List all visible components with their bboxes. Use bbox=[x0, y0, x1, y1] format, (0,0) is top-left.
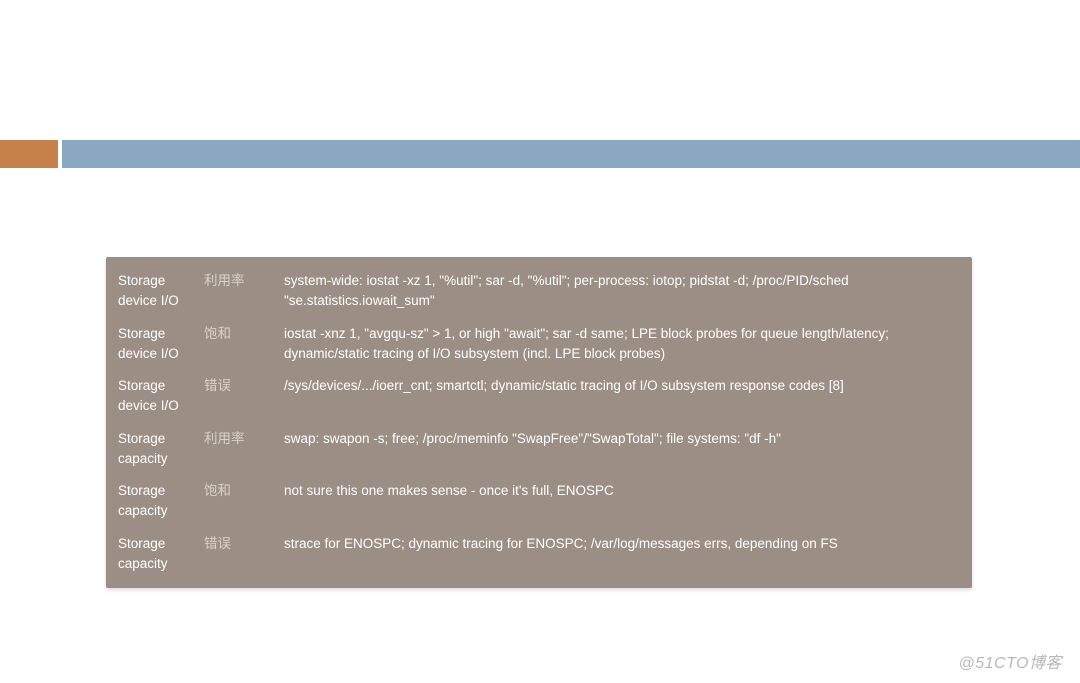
table: Storage device I/O 利用率 system-wide: iost… bbox=[106, 265, 972, 580]
table-row: Storage capacity 利用率 swap: swapon -s; fr… bbox=[106, 423, 972, 476]
type-cell: 错误 bbox=[196, 370, 276, 423]
table-row: Storage device I/O 错误 /sys/devices/.../i… bbox=[106, 370, 972, 423]
desc-cell: not sure this one makes sense - once it'… bbox=[276, 475, 972, 528]
type-cell: 利用率 bbox=[196, 265, 276, 318]
desc-cell: system-wide: iostat -xz 1, "%util"; sar … bbox=[276, 265, 972, 318]
component-cell: Storage device I/O bbox=[106, 370, 196, 423]
desc-cell: iostat -xnz 1, "avgqu-sz" > 1, or high "… bbox=[276, 318, 972, 371]
component-cell: Storage device I/O bbox=[106, 318, 196, 371]
component-cell: Storage capacity bbox=[106, 528, 196, 581]
component-cell: Storage capacity bbox=[106, 423, 196, 476]
table-row: Storage capacity 饱和 not sure this one ma… bbox=[106, 475, 972, 528]
table-row: Storage device I/O 利用率 system-wide: iost… bbox=[106, 265, 972, 318]
type-cell: 饱和 bbox=[196, 318, 276, 371]
use-method-table: Storage device I/O 利用率 system-wide: iost… bbox=[106, 257, 972, 588]
component-cell: Storage capacity bbox=[106, 475, 196, 528]
desc-cell: /sys/devices/.../ioerr_cnt; smartctl; dy… bbox=[276, 370, 972, 423]
watermark: @51CTO博客 bbox=[958, 649, 1062, 673]
table-row: Storage capacity 错误 strace for ENOSPC; d… bbox=[106, 528, 972, 581]
desc-cell: swap: swapon -s; free; /proc/meminfo "Sw… bbox=[276, 423, 972, 476]
type-cell: 饱和 bbox=[196, 475, 276, 528]
table-row: Storage device I/O 饱和 iostat -xnz 1, "av… bbox=[106, 318, 972, 371]
component-cell: Storage device I/O bbox=[106, 265, 196, 318]
type-cell: 利用率 bbox=[196, 423, 276, 476]
type-cell: 错误 bbox=[196, 528, 276, 581]
desc-cell: strace for ENOSPC; dynamic tracing for E… bbox=[276, 528, 972, 581]
header-accent-blue bbox=[62, 140, 1080, 168]
header-decoration bbox=[0, 140, 1080, 168]
header-accent-orange bbox=[0, 140, 60, 168]
